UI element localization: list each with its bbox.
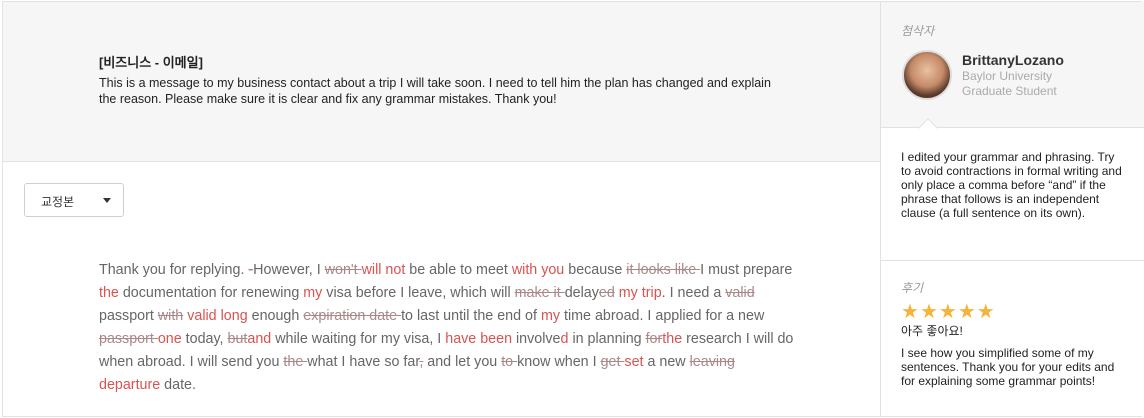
inserted-text: my (303, 285, 323, 301)
original-text: documentation for renewing (118, 285, 304, 301)
deleted-text: leaving (689, 354, 735, 370)
deleted-text: for (645, 331, 663, 347)
original-text: time abroad. I applied for a new (560, 308, 765, 324)
deleted-text: valid (725, 285, 755, 301)
original-text: passport (99, 308, 158, 324)
original-text: . I need a (661, 285, 726, 301)
deleted-text: make it (514, 285, 565, 301)
inserted-text: the (662, 331, 683, 347)
tutor-comment: I edited your grammar and phrasing. Try … (901, 150, 1122, 220)
original-text: delay (564, 285, 599, 301)
original-text: today, (181, 331, 228, 347)
editor-frame: [비즈니스 - 이메일] This is a message to my bus… (2, 1, 1144, 417)
request-body: This is a message to my business contact… (99, 76, 771, 106)
original-text: in planning (568, 331, 646, 347)
deleted-text: passport (99, 331, 158, 347)
section-divider (881, 260, 1144, 261)
original-text: to last until the end of (401, 308, 541, 324)
original-text: However, I (253, 262, 325, 278)
tutor-avatar (902, 50, 952, 100)
inserted-text: have been (445, 331, 513, 347)
inserted-text: valid long (187, 308, 248, 324)
original-text: know when I (517, 354, 601, 370)
review-text: I see how you simplified some of my sent… (901, 346, 1115, 388)
caret-down-icon (103, 198, 111, 203)
deleted-text: with (157, 308, 184, 324)
inserted-text: the (99, 285, 119, 301)
original-text: involve (512, 331, 561, 347)
original-text: while waiting for my visa, I (271, 331, 446, 347)
inserted-text: with you (511, 262, 565, 278)
request-panel: [비즈니스 - 이메일] This is a message to my bus… (3, 2, 880, 162)
inserted-text: set (624, 354, 644, 370)
deleted-text: expiration date (303, 308, 402, 324)
tutor-name[interactable]: BrittanyLozano (962, 52, 1064, 68)
star-icon: ★ (938, 301, 957, 323)
tutor-meta: Baylor University Graduate Student (962, 69, 1057, 99)
original-text: enough (247, 308, 304, 324)
version-dropdown-label: 교정본 (41, 195, 75, 209)
inserted-text: my trip (618, 285, 662, 301)
deleted-text: but (227, 331, 248, 347)
original-text: I must prepare (700, 262, 793, 278)
star-icon: ★ (919, 301, 938, 323)
inserted-text: will not (361, 262, 406, 278)
corrected-text: Thank you for replying. -However, I won'… (99, 259, 799, 397)
original-text: and let you (423, 354, 502, 370)
tutor-section-label: 첨삭자 (901, 24, 935, 38)
original-text: because (564, 262, 627, 278)
deleted-text: to (501, 354, 518, 370)
inserted-text: one (157, 331, 182, 347)
deleted-text: ed (598, 285, 615, 301)
deleted-text: it looks like (626, 262, 701, 278)
deleted-text: the (283, 354, 308, 370)
star-rating: ★ ★ ★ ★ ★ (901, 302, 995, 322)
original-text: be able to meet (405, 262, 512, 278)
original-text: Thank you for replying. (99, 262, 249, 278)
original-text: a new (643, 354, 690, 370)
inserted-text: departure (99, 377, 161, 393)
deleted-text: won't (324, 262, 362, 278)
star-icon: ★ (957, 301, 976, 323)
rating-text: 아주 좋아요! (901, 324, 963, 338)
deleted-text: get (600, 354, 625, 370)
right-column: 첨삭자 BrittanyLozano Baylor University Gra… (880, 2, 1144, 416)
inserted-text: and (247, 331, 272, 347)
star-icon: ★ (901, 301, 919, 323)
request-title: [비즈니스 - 이메일] (99, 55, 203, 70)
original-text: date. (160, 377, 196, 393)
star-icon: ★ (976, 301, 995, 323)
inserted-text: my (540, 308, 561, 324)
original-text: visa before I leave, which will (322, 285, 515, 301)
tutor-card: 첨삭자 BrittanyLozano Baylor University Gra… (881, 2, 1144, 128)
review-section-label: 후기 (901, 281, 924, 295)
tutor-level: Graduate Student (962, 84, 1057, 98)
version-dropdown[interactable]: 교정본 (24, 183, 124, 217)
original-text: what I have so far (307, 354, 420, 370)
tutor-school: Baylor University (962, 69, 1053, 83)
